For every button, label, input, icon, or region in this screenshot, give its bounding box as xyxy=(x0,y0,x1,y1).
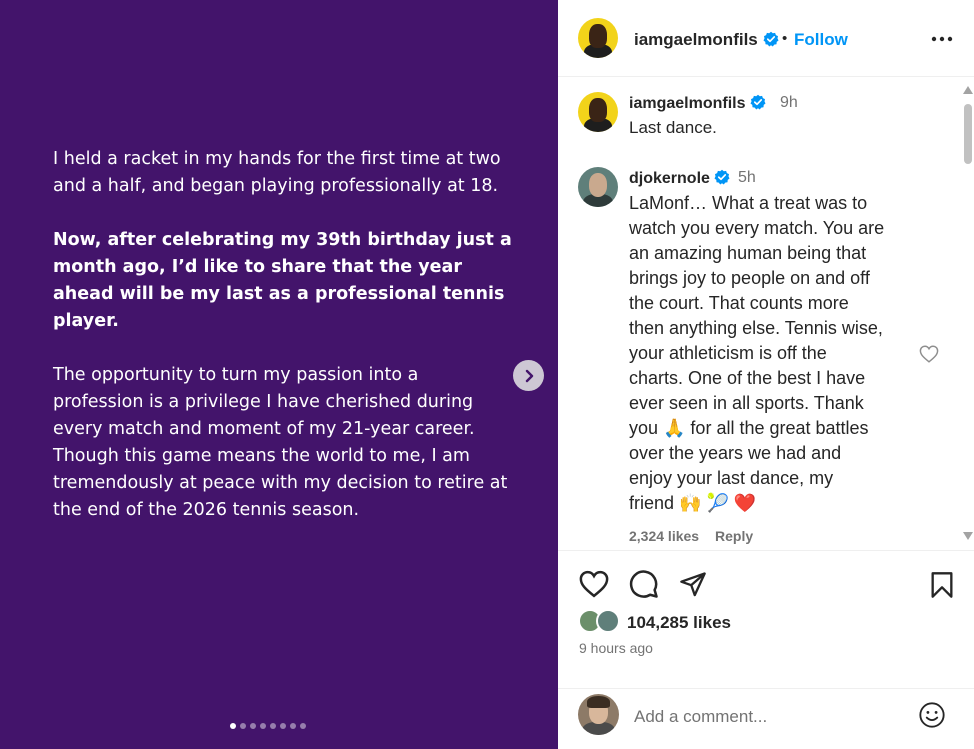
like-heart-icon[interactable] xyxy=(579,570,609,598)
carousel-dot xyxy=(280,723,286,729)
post-sidebar: iamgaelmonfils • Follow iamgaelmonfils 9… xyxy=(558,0,974,749)
comment-line: you 🙏 for all the great battles xyxy=(629,418,869,438)
carousel-dot xyxy=(260,723,266,729)
comment-line: ever seen in all sports. Thank xyxy=(629,393,864,413)
post-paragraph: I held a racket in my hands for the firs… xyxy=(53,149,501,196)
likes-count[interactable]: 104,285 likes xyxy=(627,613,731,633)
emoji-smiley-icon[interactable] xyxy=(918,701,946,729)
commenter-username-text[interactable]: djokernole xyxy=(629,170,710,187)
carousel-dot xyxy=(230,723,236,729)
carousel-dot xyxy=(290,723,296,729)
post-image: I held a racket in my hands for the firs… xyxy=(0,0,558,749)
post-paragraph: The opportunity to turn my passion into … xyxy=(53,365,508,520)
share-send-icon[interactable] xyxy=(678,570,708,598)
author-username-text[interactable]: iamgaelmonfils xyxy=(634,30,758,49)
post-paragraph: Now, after celebrating my 39th birthday … xyxy=(53,230,512,331)
more-options-icon[interactable] xyxy=(931,36,953,42)
chevron-right-icon xyxy=(525,369,533,382)
comments-scrollbar[interactable] xyxy=(962,86,974,542)
caption-text: Last dance. xyxy=(629,118,717,137)
comment-line: brings joy to people on and off xyxy=(629,268,870,288)
verified-badge-icon xyxy=(763,31,778,47)
carousel-dot xyxy=(240,723,246,729)
comment-line: LaMonf… What a treat was to xyxy=(629,193,868,213)
liker-avatar xyxy=(596,609,620,633)
comment-line: over the years we had and xyxy=(629,443,842,463)
scroll-up-arrow[interactable] xyxy=(963,86,973,94)
header-separator: • xyxy=(782,30,788,47)
caption-username-text[interactable]: iamgaelmonfils xyxy=(629,95,745,112)
caption-avatar[interactable] xyxy=(578,92,618,132)
comment-line: then anything else. Tennis wise, xyxy=(629,318,883,338)
comments-section[interactable]: iamgaelmonfils 9h Last dance. djokernole… xyxy=(558,78,974,550)
next-slide-button[interactable] xyxy=(513,360,544,391)
save-bookmark-icon[interactable] xyxy=(930,571,954,599)
comment-line: watch you every match. You are xyxy=(629,218,885,238)
carousel-dot xyxy=(250,723,256,729)
verified-badge-icon xyxy=(750,94,766,110)
scroll-thumb[interactable] xyxy=(964,104,972,164)
comment-text: LaMonf… What a treat was to watch you eve… xyxy=(629,191,929,516)
comment-time: 5h xyxy=(738,169,756,186)
comment-likes[interactable]: 2,324 likes xyxy=(629,528,699,544)
scroll-down-arrow[interactable] xyxy=(963,532,973,540)
caption-username[interactable]: iamgaelmonfils xyxy=(629,94,766,113)
comment-line: an amazing human being that xyxy=(629,243,867,263)
carousel-dot xyxy=(270,723,276,729)
comment-line: the court. That counts more xyxy=(629,293,849,313)
post-actions: 104,285 likes 9 hours ago xyxy=(558,550,974,688)
reply-button[interactable]: Reply xyxy=(715,528,753,544)
like-comment-heart-icon[interactable] xyxy=(919,345,939,363)
carousel-dot xyxy=(300,723,306,729)
post-text: I held a racket in my hands for the firs… xyxy=(53,146,513,551)
comment-line: enjoy your last dance, my xyxy=(629,468,834,488)
carousel-indicator xyxy=(230,723,306,729)
current-user-avatar xyxy=(578,694,619,735)
commenter-avatar[interactable] xyxy=(578,167,618,207)
verified-badge-icon xyxy=(714,169,730,185)
author-username[interactable]: iamgaelmonfils xyxy=(634,30,779,50)
comment-line: charts. One of the best I have xyxy=(629,368,866,388)
comment-line: friend 🙌 🎾 ❤️ xyxy=(629,493,757,513)
commenter-username[interactable]: djokernole xyxy=(629,169,730,188)
comment-bubble-icon[interactable] xyxy=(629,569,659,599)
post-timestamp[interactable]: 9 hours ago xyxy=(579,640,653,656)
caption-time: 9h xyxy=(780,94,798,111)
add-comment-input[interactable] xyxy=(634,703,904,731)
comment-composer xyxy=(558,688,974,749)
post-header: iamgaelmonfils • Follow xyxy=(558,0,974,77)
author-avatar[interactable] xyxy=(578,18,618,58)
comment-line: your athleticism is off the xyxy=(629,343,827,363)
follow-button[interactable]: Follow xyxy=(794,30,848,50)
